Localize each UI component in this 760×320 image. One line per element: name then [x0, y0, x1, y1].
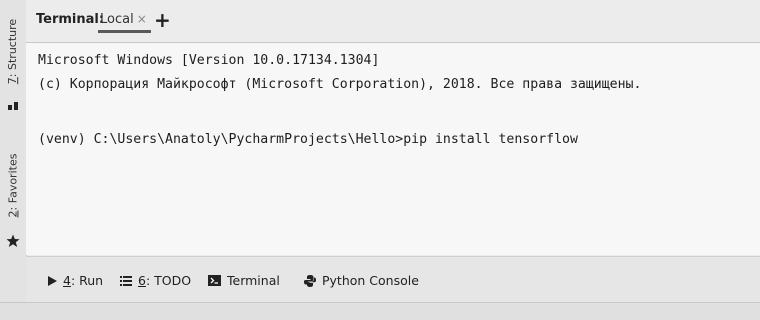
bottom-tool-bar: 4: Run 6: TODO Terminal Python Console — [26, 256, 760, 303]
terminal-tab-bar: Terminal: Local × + — [26, 0, 760, 43]
status-bar — [0, 302, 760, 320]
todo-label: : TODO — [145, 273, 192, 288]
run-num: 4 — [63, 273, 71, 288]
run-label: : Run — [70, 273, 104, 288]
todo-num: 6 — [138, 273, 146, 288]
structure-num: 7 — [6, 76, 20, 84]
terminal-icon — [208, 275, 221, 286]
python-console-tool-button[interactable]: Python Console — [304, 273, 419, 288]
run-tool-button[interactable]: 4: Run — [48, 273, 103, 288]
tab-local[interactable]: Local × — [98, 12, 151, 33]
favorites-num: 2 — [6, 209, 20, 217]
favorites-label: : Favorites — [6, 153, 20, 210]
todo-tool-button[interactable]: 6: TODO — [120, 273, 191, 288]
terminal-tool-label: Terminal — [227, 273, 280, 288]
terminal-output[interactable]: Microsoft Windows [Version 10.0.17134.13… — [26, 43, 760, 255]
terminal-command-line: (venv) C:\Users\Anatoly\PycharmProjects\… — [38, 132, 578, 147]
structure-icon — [8, 102, 18, 110]
tab-local-label: Local — [100, 12, 134, 27]
left-tool-strip: 7: Structure 2: Favorites — [0, 0, 27, 319]
star-icon — [6, 234, 20, 247]
favorites-tool-tab[interactable]: 2: Favorites — [0, 140, 26, 230]
structure-label: : Structure — [6, 18, 20, 77]
terminal-panel-title: Terminal: — [36, 12, 105, 27]
python-icon — [304, 274, 316, 287]
terminal-line: Microsoft Windows [Version 10.0.17134.13… — [38, 53, 380, 68]
play-icon — [48, 275, 57, 286]
structure-tool-tab[interactable]: 7: Structure — [0, 6, 26, 96]
python-console-label: Python Console — [322, 273, 419, 288]
list-icon — [120, 275, 132, 286]
terminal-tool-button[interactable]: Terminal — [208, 273, 280, 288]
terminal-line: (c) Корпорация Майкрософт (Microsoft Cor… — [38, 77, 642, 92]
close-icon[interactable]: × — [137, 12, 147, 26]
new-tab-button[interactable]: + — [154, 8, 171, 32]
